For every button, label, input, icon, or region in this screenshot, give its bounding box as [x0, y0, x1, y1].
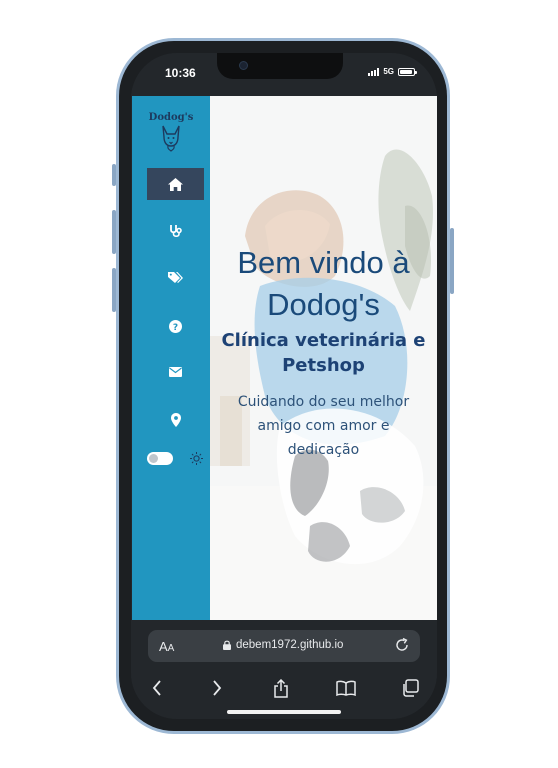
battery-icon [398, 67, 417, 76]
address-bar[interactable]: AA debem1972.github.io [148, 630, 420, 662]
back-button[interactable] [144, 676, 170, 700]
lock-icon [223, 640, 231, 650]
home-icon [168, 177, 183, 191]
nav-home[interactable] [147, 168, 204, 200]
reload-icon[interactable] [394, 637, 410, 653]
tabs-button[interactable] [397, 676, 423, 700]
sun-icon [190, 452, 203, 465]
logo-text: Dodog's [148, 112, 194, 123]
phone-frame: 10:36 5G Dodog's ? Bem vindo à Dodog's C… [116, 38, 450, 734]
nav-services[interactable] [147, 215, 204, 247]
toggle-knob [149, 454, 158, 463]
status-bar: 10:36 5G [131, 53, 437, 96]
hero-section: Bem vindo à Dodog's Clínica veterinária … [210, 96, 437, 620]
mute-switch [112, 164, 116, 186]
url-display[interactable]: debem1972.github.io [223, 639, 343, 651]
nav-faq[interactable]: ? [147, 310, 204, 342]
front-camera [239, 61, 248, 70]
notch [217, 53, 343, 79]
share-icon [274, 678, 288, 698]
power-button [450, 228, 454, 294]
tags-icon [168, 272, 183, 283]
home-indicator[interactable] [227, 710, 341, 714]
hero-title: Bem vindo à Dodog's [237, 245, 410, 322]
back-icon [152, 680, 161, 696]
bookmarks-icon [336, 680, 356, 696]
phone-body: 10:36 5G Dodog's ? Bem vindo à Dodog's C… [119, 41, 447, 731]
envelope-icon [169, 367, 182, 377]
url-text: debem1972.github.io [236, 639, 344, 651]
bookmarks-button[interactable] [333, 676, 359, 700]
volume-down-button [112, 268, 116, 312]
question-circle-icon: ? [169, 319, 182, 333]
map-marker-icon [170, 413, 181, 427]
dog-logo-icon [162, 125, 180, 152]
forward-button[interactable] [204, 676, 230, 700]
browser-toolbar: AA debem1972.github.io [131, 620, 437, 719]
stethoscope-icon [169, 225, 182, 238]
sidebar: Dodog's ? [132, 96, 210, 620]
nav-products[interactable] [147, 262, 204, 294]
nav-location[interactable] [147, 404, 204, 436]
tabs-icon [403, 679, 419, 697]
signal-icon [368, 67, 380, 76]
hero-tagline: Cuidando do seu melhor amigo com amor e … [237, 394, 410, 458]
nav-contact[interactable] [147, 356, 204, 388]
web-content: Dodog's ? Bem vindo à Dodog's Clínica ve… [132, 96, 437, 620]
text-size-button[interactable]: AA [159, 638, 174, 656]
svg-text:?: ? [173, 323, 178, 333]
share-button[interactable] [268, 676, 294, 700]
site-logo[interactable]: Dodog's [132, 112, 210, 152]
status-indicators: 5G [368, 67, 417, 76]
phone-screen: 10:36 5G Dodog's ? Bem vindo à Dodog's C… [131, 53, 437, 719]
browser-nav-row [131, 676, 437, 700]
forward-icon [213, 680, 222, 696]
theme-toggle[interactable] [147, 452, 173, 465]
volume-up-button [112, 210, 116, 254]
status-time: 10:36 [165, 66, 196, 80]
network-type: 5G [383, 67, 394, 76]
hero-subtitle: Clínica veterinária e Petshop [221, 330, 426, 376]
